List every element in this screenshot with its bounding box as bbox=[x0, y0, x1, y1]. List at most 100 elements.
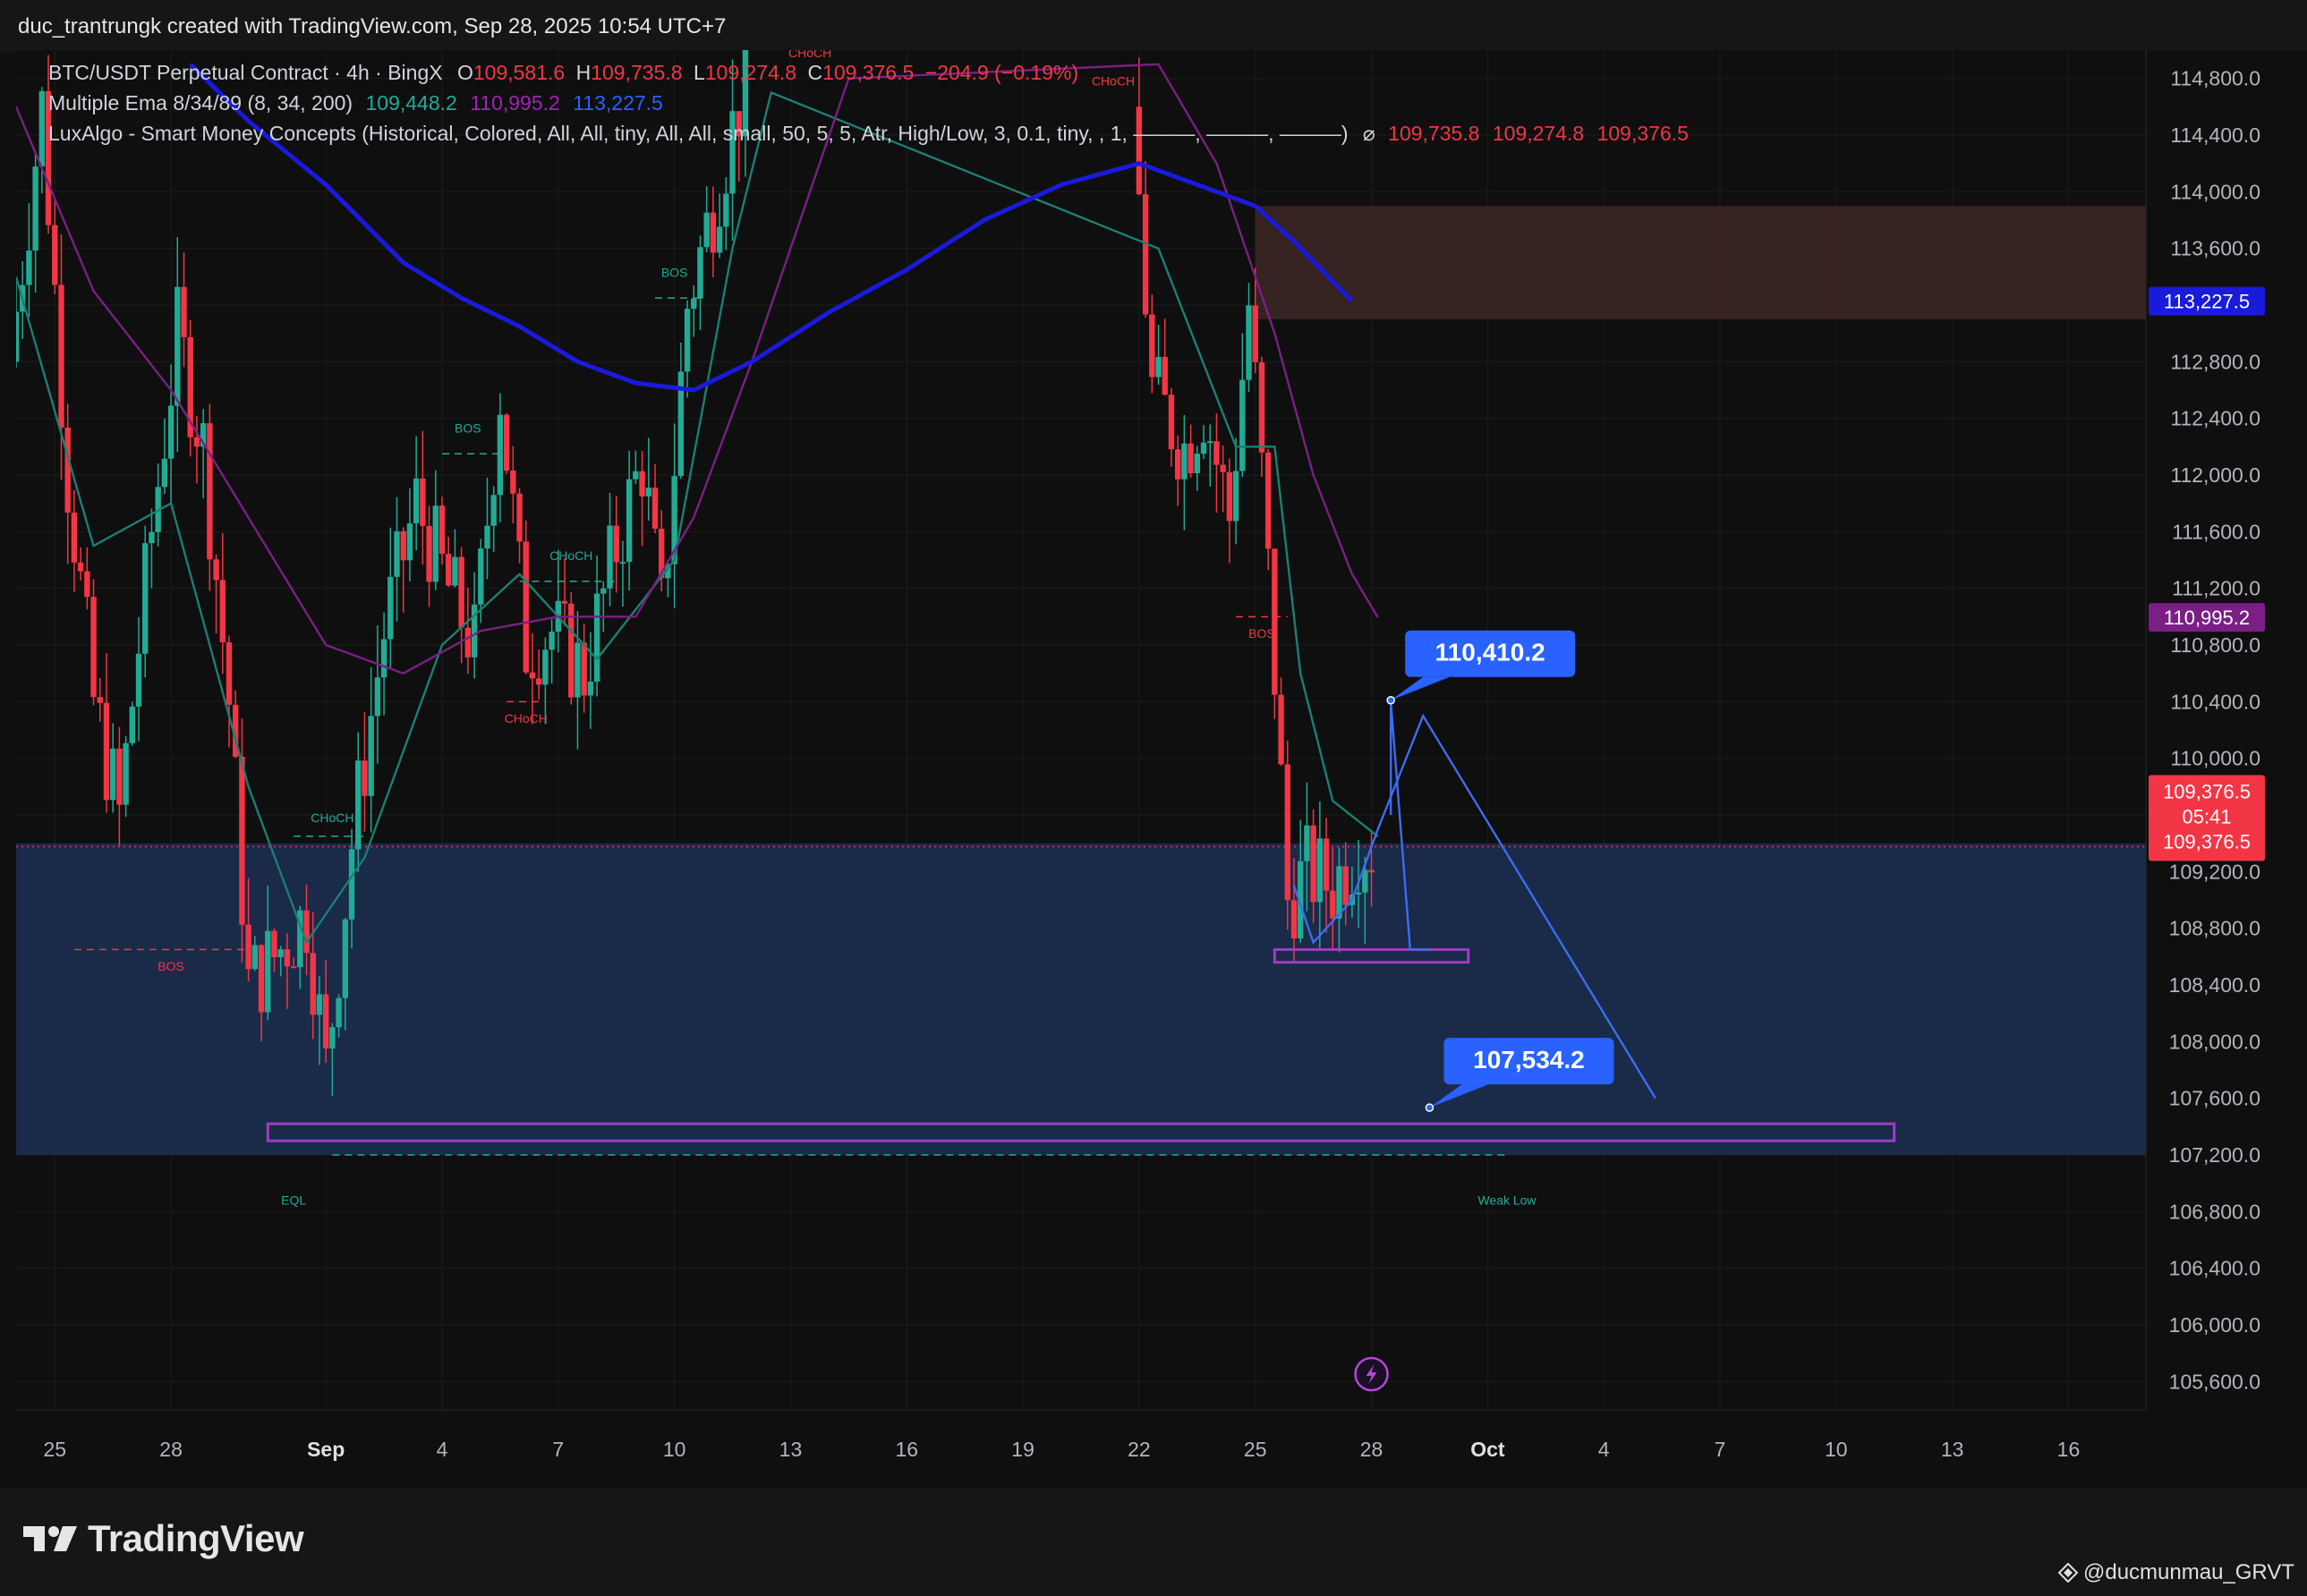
candle-body bbox=[1284, 764, 1290, 901]
legend-symbol[interactable]: BTC/USDT Perpetual Contract · 4h · BingX bbox=[48, 61, 443, 84]
legend-ema-line[interactable]: Multiple Ema 8/34/89 (8, 34, 200) 109,44… bbox=[48, 91, 663, 115]
legend-open-label: O bbox=[456, 61, 473, 84]
price-tick-label: 112,800.0 bbox=[2170, 350, 2260, 373]
legend-lux-value-3: 109,376.5 bbox=[1596, 122, 1689, 145]
smc-label: CHoCH bbox=[788, 50, 831, 60]
candle-body bbox=[1168, 395, 1175, 450]
callout-anchor bbox=[1425, 1103, 1434, 1112]
candle-body bbox=[1362, 870, 1368, 893]
candle-body bbox=[1258, 361, 1265, 453]
time-tick-label: 4 bbox=[437, 1438, 448, 1461]
price-tick-label: 114,800.0 bbox=[2170, 67, 2260, 90]
last-price-tag-line: 109,376.5 bbox=[2163, 830, 2251, 853]
candle-body bbox=[329, 1027, 336, 1048]
candle-body bbox=[90, 597, 97, 698]
candle-body bbox=[1207, 441, 1213, 444]
candle-body bbox=[619, 562, 626, 565]
author-handle: @ducmunmau_GRVT bbox=[2082, 1560, 2294, 1584]
candle-body bbox=[13, 311, 20, 362]
smc-label: BOS bbox=[1248, 626, 1275, 641]
price-tick-label: 114,400.0 bbox=[2170, 123, 2260, 147]
candle-body bbox=[348, 849, 355, 920]
smc-label: BOS bbox=[157, 959, 184, 973]
candle-body bbox=[374, 677, 381, 717]
candle-body bbox=[1181, 443, 1188, 480]
price-axis[interactable]: 105,600.0 106,000.0 106,400.0 106,800.0 107,… bbox=[2145, 50, 2307, 1410]
candle-body bbox=[58, 284, 64, 428]
candle-body bbox=[1355, 892, 1362, 895]
candle-body bbox=[561, 600, 568, 604]
candle-body bbox=[723, 193, 729, 227]
candle-body bbox=[1342, 866, 1349, 905]
legend-lux-value-1: 109,735.8 bbox=[1388, 122, 1480, 145]
candle-body bbox=[478, 548, 484, 605]
candle-body bbox=[497, 414, 504, 496]
candle-body bbox=[1290, 900, 1298, 939]
candle-body bbox=[607, 525, 613, 589]
price-tick-label: 107,200.0 bbox=[2169, 1143, 2260, 1167]
candle-body bbox=[1200, 442, 1207, 454]
time-tick-label: 7 bbox=[1715, 1438, 1726, 1461]
time-tick-label: 4 bbox=[1598, 1438, 1610, 1461]
candle-body bbox=[420, 478, 426, 526]
author-credit: @ducmunmau_GRVT bbox=[2057, 1560, 2294, 1585]
candle-body bbox=[52, 225, 58, 285]
candle-body bbox=[1239, 379, 1246, 471]
candle-body bbox=[181, 286, 187, 337]
candle-body bbox=[626, 479, 633, 563]
price-tick-label: 108,400.0 bbox=[2169, 973, 2260, 997]
candle-body bbox=[1278, 694, 1284, 765]
hidden-indicator-icon[interactable]: ⌀ bbox=[1363, 122, 1375, 145]
candle-body bbox=[432, 505, 438, 582]
candle-body bbox=[161, 458, 168, 488]
candle-body bbox=[149, 531, 155, 544]
candle-body bbox=[1149, 314, 1155, 378]
candle-body bbox=[523, 541, 529, 673]
candle-body bbox=[703, 212, 710, 248]
candle-body bbox=[1194, 454, 1201, 474]
candle-body bbox=[542, 649, 549, 685]
candle-body bbox=[464, 627, 472, 658]
candle-body bbox=[38, 90, 46, 167]
candle-body bbox=[426, 525, 432, 582]
candle-body bbox=[167, 405, 175, 459]
price-chart[interactable]: BOS EQL CHoCH BOS CHoCH CHoCH BOS CHoCH CHoCH BOS… bbox=[13, 0, 2307, 1489]
candle-body bbox=[355, 760, 362, 850]
candle-body bbox=[490, 495, 497, 526]
legend-close-value: 109,376.5 bbox=[822, 61, 915, 84]
candle-body bbox=[219, 580, 226, 642]
chart-area[interactable]: BOS EQL CHoCH BOS CHoCH CHoCH BOS CHoCH CHoCH BOS… bbox=[13, 0, 2307, 1489]
candle-body bbox=[587, 681, 594, 696]
chart-attribution: duc_trantrungk created with TradingView.… bbox=[18, 14, 727, 38]
callout-label: 107,534.2 bbox=[1473, 1046, 1585, 1074]
price-tick-label: 108,000.0 bbox=[2169, 1030, 2260, 1053]
candle-body bbox=[251, 945, 259, 970]
candle-body bbox=[645, 488, 651, 497]
legend-low-label: L bbox=[693, 61, 705, 84]
time-tick-label: 13 bbox=[779, 1438, 803, 1461]
axis-price-badge-label: 113,227.5 bbox=[2164, 291, 2250, 313]
candle-body bbox=[71, 513, 78, 563]
candle-body bbox=[123, 743, 129, 805]
tradingview-logo[interactable]: TradingView bbox=[21, 1517, 304, 1560]
candle-body bbox=[1264, 452, 1272, 549]
candle-body bbox=[1188, 443, 1194, 474]
candle-body bbox=[633, 471, 639, 480]
time-tick-label: 28 bbox=[159, 1438, 183, 1461]
smc-label: BOS bbox=[455, 421, 481, 436]
legend-luxalgo-line[interactable]: LuxAlgo - Smart Money Concepts (Historic… bbox=[48, 122, 1689, 146]
bingx-diamond-icon bbox=[2057, 1563, 2078, 1583]
last-price-tag-line: 05:41 bbox=[2182, 805, 2231, 828]
candle-body bbox=[362, 760, 368, 796]
price-tick-label: 105,600.0 bbox=[2169, 1370, 2260, 1393]
candle-body bbox=[549, 632, 555, 650]
candle-body bbox=[213, 559, 219, 581]
legend-open-value: 109,581.6 bbox=[472, 61, 566, 84]
price-tick-label: 107,600.0 bbox=[2169, 1087, 2260, 1110]
time-tick-label: Oct bbox=[1470, 1438, 1505, 1461]
candle-body bbox=[175, 286, 181, 406]
candle-body bbox=[593, 593, 600, 682]
candle-body bbox=[452, 556, 458, 586]
candle-body bbox=[710, 212, 717, 253]
legend-lux-name: LuxAlgo - Smart Money Concepts (Historic… bbox=[48, 122, 1349, 145]
